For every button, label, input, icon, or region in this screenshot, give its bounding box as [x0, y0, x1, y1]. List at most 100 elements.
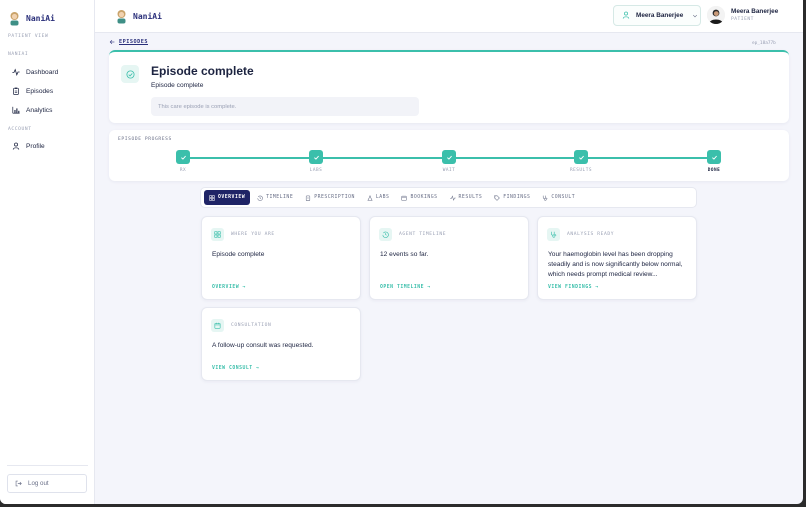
page-subtitle: Episode complete	[151, 82, 204, 89]
logout-icon	[15, 480, 22, 487]
check-icon	[442, 150, 456, 164]
tab-prescription[interactable]: PRESCRIPTION	[300, 190, 360, 205]
sidebar-item-episodes[interactable]: Episodes	[12, 87, 53, 95]
card-label: CONSULTATION	[231, 323, 272, 328]
check-circle-icon	[121, 65, 139, 83]
user-menu[interactable]: Meera Banerjee PATIENT	[707, 6, 778, 24]
card-text: Your haemoglobin level has been dropping…	[548, 251, 683, 278]
user-name: Meera Banerjee	[731, 8, 779, 15]
card-text: A follow-up consult was requested.	[212, 342, 314, 349]
tab-labs[interactable]: LABS	[362, 190, 395, 205]
tab-consult[interactable]: CONSULT	[537, 190, 580, 205]
progress-step-results: RESULTS	[561, 150, 601, 173]
card-label: AGENT TIMELINE	[399, 232, 447, 237]
brand-name: NaniAi	[133, 12, 162, 21]
chevron-down-icon	[693, 14, 698, 17]
card-analysis-ready: ANALYSIS READY Your haemoglobin level ha…	[537, 216, 697, 300]
tab-label: FINDINGS	[503, 195, 531, 200]
section-label-account: ACCOUNT	[8, 127, 32, 132]
patient-view-label: PATIENT VIEW	[8, 34, 49, 39]
breadcrumb[interactable]: EPISODES	[109, 39, 148, 45]
logout-button[interactable]: Log out	[7, 474, 87, 493]
episode-id: ep_18a77b	[752, 41, 776, 46]
history-icon	[379, 228, 392, 241]
progress-step-label: DONE	[707, 168, 721, 173]
grid-icon	[209, 194, 215, 201]
user-role: PATIENT	[731, 17, 754, 22]
section-label-naniai: NANIAI	[8, 52, 29, 57]
calendar-icon	[211, 319, 224, 332]
episode-tabs: OVERVIEW TIMELINE PRESCRIPTION LABS BOOK…	[200, 187, 697, 208]
progress-step-labs: LABS	[296, 150, 336, 173]
stethoscope-icon	[547, 228, 560, 241]
tab-label: LABS	[375, 195, 390, 200]
arrow-left-icon	[109, 39, 115, 45]
brand-name: NaniAi	[26, 14, 55, 23]
view-findings-link[interactable]: VIEW FINDINGS →	[548, 285, 599, 290]
brand-logo-icon	[115, 9, 128, 24]
card-where-you-are: WHERE YOU ARE Episode complete OVERVIEW …	[201, 216, 361, 300]
view-consult-link[interactable]: VIEW CONSULT →	[212, 366, 259, 371]
brand-logo-icon	[8, 11, 21, 26]
progress-step-done: DONE	[694, 150, 734, 173]
tab-bookings[interactable]: BOOKINGS	[396, 190, 442, 205]
clipboard-icon	[306, 195, 311, 201]
activity-icon	[449, 194, 456, 201]
progress-step-wait: WAIT	[429, 150, 469, 173]
app-window: NaniAi PATIENT VIEW NANIAI Dashboard Epi…	[0, 0, 803, 504]
card-header: WHERE YOU ARE	[211, 228, 275, 241]
topbar: NaniAi Meera Banerjee Meera Banerjee PAT…	[95, 0, 803, 33]
sidebar: NaniAi PATIENT VIEW NANIAI Dashboard Epi…	[0, 0, 95, 504]
calendar-icon	[401, 195, 407, 201]
patient-select[interactable]: Meera Banerjee	[613, 5, 701, 26]
sidebar-divider	[7, 465, 88, 466]
sidebar-item-label: Analytics	[26, 106, 53, 114]
patient-select-value: Meera Banerjee	[636, 12, 684, 19]
tab-overview[interactable]: OVERVIEW	[204, 190, 251, 205]
check-icon	[574, 150, 588, 164]
brand[interactable]: NaniAi	[8, 11, 55, 26]
sidebar-item-dashboard[interactable]: Dashboard	[12, 68, 58, 76]
flask-icon	[367, 195, 373, 201]
open-timeline-link[interactable]: OPEN TIMELINE →	[380, 285, 431, 290]
progress-step-label: RX	[179, 168, 187, 173]
page-title: Episode complete	[151, 64, 254, 78]
tab-findings[interactable]: FINDINGS	[489, 190, 535, 205]
episode-header-card: Episode complete Episode complete This c…	[109, 50, 789, 123]
check-icon	[309, 150, 323, 164]
user-icon	[12, 142, 20, 150]
episode-progress-card: EPISODE PROGRESS RX LABS WAIT RESULTS DO…	[109, 130, 789, 181]
card-header: CONSULTATION	[211, 319, 271, 332]
progress-label: EPISODE PROGRESS	[118, 137, 172, 142]
tab-timeline[interactable]: TIMELINE	[252, 190, 298, 205]
sidebar-item-label: Profile	[26, 142, 45, 150]
bar-chart-icon	[12, 106, 20, 114]
tag-icon	[494, 194, 501, 201]
history-icon	[257, 195, 263, 201]
logout-label: Log out	[28, 480, 49, 487]
check-icon	[707, 150, 721, 164]
card-header: AGENT TIMELINE	[379, 228, 446, 241]
tab-label: PRESCRIPTION	[314, 195, 355, 200]
card-header: ANALYSIS READY	[547, 228, 614, 241]
card-label: ANALYSIS READY	[567, 232, 615, 237]
clipboard-icon	[13, 87, 19, 95]
card-consultation: CONSULTATION A follow-up consult was req…	[201, 307, 361, 381]
avatar	[707, 6, 725, 24]
overview-link[interactable]: OVERVIEW →	[212, 285, 246, 290]
activity-icon	[12, 68, 20, 76]
sidebar-item-profile[interactable]: Profile	[12, 142, 45, 150]
sidebar-item-label: Dashboard	[26, 68, 59, 76]
topbar-brand[interactable]: NaniAi	[115, 9, 162, 24]
tab-results[interactable]: RESULTS	[445, 190, 488, 205]
grid-icon	[211, 228, 224, 241]
card-agent-timeline: AGENT TIMELINE 12 events so far. OPEN TI…	[369, 216, 529, 300]
card-label: WHERE YOU ARE	[231, 232, 275, 237]
sidebar-item-label: Episodes	[26, 87, 54, 95]
progress-step-label: RESULTS	[569, 168, 592, 173]
sidebar-item-analytics[interactable]: Analytics	[12, 106, 52, 114]
progress-step-label: WAIT	[442, 168, 456, 173]
progress-step-rx: RX	[163, 150, 203, 173]
tab-label: CONSULT	[551, 195, 576, 200]
check-icon	[176, 150, 190, 164]
